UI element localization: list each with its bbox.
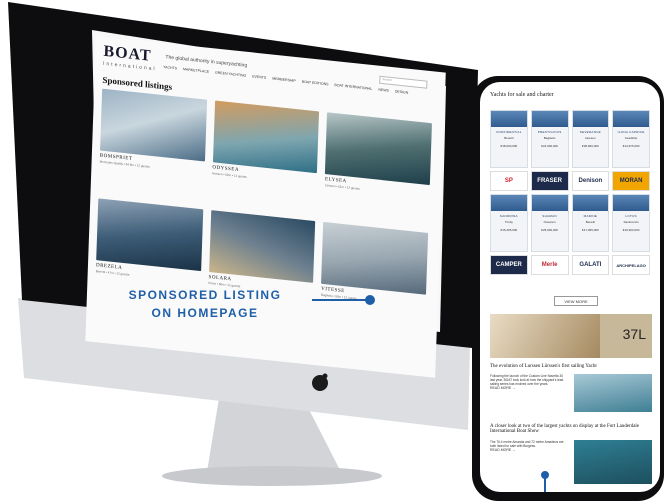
yacht-tile[interactable]: SANDRINA Trinity €15,495,000 xyxy=(490,194,528,252)
mobile-screen: Yachts for sale and charter CONFIDENTIAL… xyxy=(480,82,660,492)
yacht-tile-builder: Oceanco xyxy=(543,220,556,224)
sponsored-listing-callout: SPONSORED LISTING ON HOMEPAGE xyxy=(104,286,306,322)
read-more-link[interactable]: READ MORE → xyxy=(490,386,568,390)
article-title[interactable]: A closer look at two of the largest yach… xyxy=(490,424,652,434)
callout-connector xyxy=(312,295,375,305)
yacht-tile-image[interactable] xyxy=(613,111,649,127)
yacht-tile-name[interactable]: SANDRINA xyxy=(491,214,527,218)
listing-image[interactable] xyxy=(325,112,432,186)
read-more-link[interactable]: READ MORE → xyxy=(490,448,568,452)
mobile-section-heading: Yachts for sale and charter xyxy=(490,92,554,98)
listing-card[interactable]: VITESSE Baglietto • 50m • 12 guests xyxy=(320,221,429,337)
listing-card[interactable]: ELYSEA Lürssen • 51m • 12 guests xyxy=(324,112,432,227)
website-homepage: BOAT International The global authority … xyxy=(85,36,446,378)
yacht-tile-price: €17,995,000 xyxy=(582,228,599,232)
mobile-phone: Yachts for sale and charter CONFIDENTIAL… xyxy=(472,76,664,501)
article-image[interactable] xyxy=(574,374,652,412)
yacht-tile[interactable]: SHAMAN Oceanco €25,900,000 xyxy=(530,194,569,252)
ad-image xyxy=(490,314,600,358)
broker-logo[interactable]: ARCHIPELAGO xyxy=(612,255,650,275)
yacht-tile-price: €19,900,000 xyxy=(622,228,640,232)
listing-card[interactable]: BOMSPRIET Mercedes Quality • 54.8m • 12 … xyxy=(99,88,207,204)
yacht-tile-price: €18,000,000 xyxy=(500,144,518,148)
listing-card[interactable]: ODYSSEA Heesen • 50m • 12 guests xyxy=(211,100,320,215)
yacht-tile-price: €38,900,000 xyxy=(582,144,599,148)
yacht-tile-name[interactable]: ILONA CAPRICE xyxy=(613,130,649,134)
ad-banner[interactable]: 37L xyxy=(490,314,652,358)
yacht-tile-price: €14,975,000 xyxy=(622,144,640,148)
yacht-tile-image[interactable] xyxy=(491,195,527,211)
yacht-tile-name[interactable]: CONFIDENTIAL xyxy=(491,130,527,134)
broker-logo[interactable]: Denison xyxy=(571,171,610,191)
listing-image[interactable] xyxy=(100,88,207,162)
yacht-tile-image[interactable] xyxy=(531,195,568,211)
yacht-tile-price: €24,900,000 xyxy=(541,144,558,148)
phone-callout-pin xyxy=(541,471,549,492)
article-text: The 76.4 metre Amanda and 72 metre Amade… xyxy=(490,440,568,452)
yacht-tile-image[interactable] xyxy=(572,111,609,127)
yacht-tile-builder: Trinity xyxy=(504,220,513,224)
yacht-tile-name[interactable]: MARINE xyxy=(573,214,609,218)
yacht-tile-name[interactable]: SEVERANCE xyxy=(573,130,609,134)
listing-image[interactable] xyxy=(212,100,320,174)
callout-dot-icon xyxy=(365,295,375,305)
article-1[interactable]: The evolution of Lurssen Lürssen's first… xyxy=(490,364,652,412)
view-more-button[interactable]: VIEW MORE xyxy=(554,296,598,306)
broker-logo[interactable]: SP xyxy=(490,171,528,191)
yacht-tile[interactable]: CONFIDENTIAL Benetti €18,000,000 xyxy=(490,110,528,168)
yacht-tile[interactable]: LOTUS Sanlorenzo €19,900,000 xyxy=(612,194,650,252)
article-title[interactable]: The evolution of Lurssen Lürssen's first… xyxy=(490,364,652,369)
listing-image[interactable] xyxy=(208,210,316,283)
broker-logo[interactable]: MORAN xyxy=(612,171,650,191)
listing-image[interactable] xyxy=(96,198,203,272)
monitor-base xyxy=(162,466,382,486)
yacht-tile-name[interactable]: PRESTIGIOUS xyxy=(532,130,568,134)
yacht-tile-name[interactable]: LOTUS xyxy=(613,214,649,218)
article-body: Following the launch of the Custom Line … xyxy=(490,374,564,386)
yacht-tile-price: €15,495,000 xyxy=(500,228,518,232)
callout-dot-icon xyxy=(541,471,549,479)
callout-line-2: ON HOMEPAGE xyxy=(151,306,259,320)
yacht-tile-builder: Benetti xyxy=(504,136,514,140)
yacht-tile[interactable]: PRESTIGIOUS Baglietto €24,900,000 xyxy=(530,110,569,168)
yacht-tile-image[interactable] xyxy=(613,195,649,211)
yacht-tile-image[interactable] xyxy=(572,195,609,211)
broker-logo[interactable]: Merle xyxy=(530,255,569,275)
yacht-tile-builder: Feadship xyxy=(624,136,638,140)
yacht-tile-builder: Baglietto xyxy=(543,136,556,140)
yacht-tile-builder: Sanlorenzo xyxy=(623,220,639,224)
article-body: The 76.4 metre Amanda and 72 metre Amade… xyxy=(490,440,564,448)
broker-logo[interactable]: CAMPER xyxy=(490,255,528,275)
yacht-tile-image[interactable] xyxy=(531,111,568,127)
article-text: Following the launch of the Custom Line … xyxy=(490,374,568,390)
yacht-tile[interactable]: SEVERANCE Heesen €38,900,000 xyxy=(571,110,610,168)
article-image[interactable] xyxy=(574,440,652,484)
yacht-tile-name[interactable]: SHAMAN xyxy=(532,214,568,218)
ad-number: 37L xyxy=(622,326,646,342)
yacht-tile-builder: Heesen xyxy=(585,136,596,140)
yacht-tile[interactable]: MARINE Benetti €17,995,000 xyxy=(571,194,610,252)
yacht-tile-image[interactable] xyxy=(491,111,527,127)
yacht-tile-price: €25,900,000 xyxy=(541,228,558,232)
article-2[interactable]: A closer look at two of the largest yach… xyxy=(490,424,652,484)
callout-line-1: SPONSORED LISTING xyxy=(128,288,282,302)
yacht-tile-builder: Benetti xyxy=(585,220,596,224)
yacht-tile[interactable]: ILONA CAPRICE Feadship €14,975,000 xyxy=(612,110,650,168)
listing-image[interactable] xyxy=(321,221,429,295)
broker-logo[interactable]: FRASER xyxy=(530,171,569,191)
yacht-tile-grid: CONFIDENTIAL Benetti €18,000,000 PRESTIG… xyxy=(490,110,650,275)
broker-logo[interactable]: GALATI xyxy=(571,255,610,275)
